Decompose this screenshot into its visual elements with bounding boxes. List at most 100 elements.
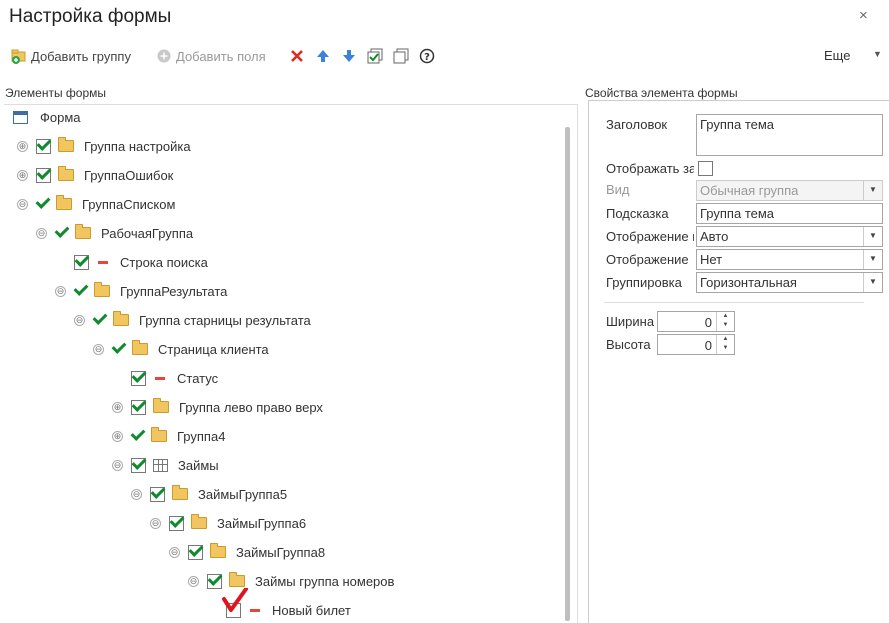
tree-row[interactable]: ⊖ ГруппаРезультата <box>55 280 227 302</box>
tooltip-label: Подсказка <box>606 206 669 221</box>
tree-row-label: Страница клиента <box>158 341 269 357</box>
collapse-icon[interactable]: ⊖ <box>150 517 161 529</box>
tree-row-label: РабочаяГруппа <box>101 225 194 241</box>
visible-check-icon[interactable] <box>36 198 49 211</box>
move-down-button[interactable] <box>341 46 357 66</box>
help-icon: ? <box>419 48 435 64</box>
tree-row[interactable]: ⊖ Группа старницы результата <box>74 309 311 331</box>
add-field-button[interactable]: Добавить поля <box>156 46 266 66</box>
show-title-checkbox[interactable] <box>698 161 713 176</box>
expand-icon[interactable]: ⊕ <box>17 169 28 181</box>
display-select[interactable]: Нет ▼ <box>696 249 883 270</box>
visibility-checkbox[interactable] <box>169 515 184 531</box>
tree-row[interactable]: ⊖ ГруппаСписком <box>17 193 175 215</box>
help-button[interactable]: ? <box>419 46 435 66</box>
visible-check-icon[interactable] <box>112 343 125 356</box>
width-spin-buttons[interactable]: ▲ ▼ <box>716 312 734 331</box>
tree-row[interactable]: ⊖ ЗаймыГруппа6 <box>150 512 306 534</box>
check-all-button[interactable] <box>367 46 383 66</box>
collapse-icon[interactable]: ⊖ <box>55 285 66 297</box>
tree-row-label: Форма <box>40 109 81 125</box>
visibility-checkbox[interactable] <box>188 544 203 560</box>
visibility-checkbox[interactable] <box>74 254 89 270</box>
uncheck-all-button[interactable] <box>393 46 409 66</box>
expand-icon[interactable]: ⊕ <box>112 430 123 442</box>
tree-row[interactable]: ⊖ Страница клиента <box>93 338 269 360</box>
height-spin-buttons[interactable]: ▲ ▼ <box>716 335 734 354</box>
properties-divider <box>604 302 864 303</box>
expand-icon[interactable]: ⊕ <box>17 140 28 152</box>
title-field[interactable]: Группа тема <box>696 114 883 156</box>
add-group-button[interactable]: Добавить группу <box>11 46 131 66</box>
visible-check-icon[interactable] <box>93 314 106 327</box>
spin-down-icon[interactable]: ▼ <box>723 322 729 328</box>
form-elements-heading: Элементы формы <box>5 86 107 100</box>
visibility-checkbox[interactable] <box>131 399 146 415</box>
visibility-checkbox[interactable] <box>207 573 222 589</box>
visible-check-icon[interactable] <box>131 430 144 443</box>
collapse-icon[interactable]: ⊖ <box>17 198 28 210</box>
window-title: Настройка формы <box>9 6 172 27</box>
grouping-select[interactable]: Горизонтальная ▼ <box>696 272 883 293</box>
width-spinner[interactable]: 0 ▲ ▼ <box>657 311 735 332</box>
collapse-icon[interactable]: ⊖ <box>188 575 199 587</box>
annotation-check-icon <box>222 587 248 617</box>
collapse-icon[interactable]: ⊖ <box>131 488 142 500</box>
visibility-checkbox[interactable] <box>131 370 146 386</box>
height-spinner[interactable]: 0 ▲ ▼ <box>657 334 735 355</box>
tree-row[interactable]: ⊕ Группа настройка <box>17 135 191 157</box>
spin-down-icon[interactable]: ▼ <box>723 345 729 351</box>
title-label: Заголовок <box>606 117 668 132</box>
collapse-icon[interactable]: ⊖ <box>93 343 104 355</box>
tree-row[interactable]: Форма <box>13 106 81 128</box>
tree-row[interactable]: ⊕ Группа лево право верх <box>112 396 323 418</box>
display-title-select[interactable]: Авто ▼ <box>696 226 883 247</box>
expand-icon[interactable]: ⊕ <box>112 401 123 413</box>
spin-up-icon[interactable]: ▲ <box>723 336 729 342</box>
delete-button[interactable] <box>289 46 305 66</box>
visible-check-icon[interactable] <box>74 285 87 298</box>
tooltip-field[interactable]: Группа тема <box>696 203 883 224</box>
folder-icon <box>191 514 207 529</box>
tree-scrollbar[interactable] <box>565 127 570 621</box>
tree-row-label: ЗаймыГруппа6 <box>217 515 307 531</box>
display-label: Отображение <box>606 252 689 267</box>
visibility-checkbox[interactable] <box>36 167 51 183</box>
more-button[interactable]: Еще <box>824 48 850 63</box>
more-arrow-icon[interactable]: ▼ <box>873 49 882 59</box>
grouping-dropdown-icon[interactable]: ▼ <box>863 273 882 292</box>
arrow-down-icon <box>341 48 357 64</box>
display-value: Нет <box>700 252 723 267</box>
tree-row[interactable]: Строка поиска <box>74 251 208 273</box>
collapse-icon[interactable]: ⊖ <box>36 227 47 239</box>
collapse-icon[interactable]: ⊖ <box>112 459 123 471</box>
visible-check-icon[interactable] <box>55 227 68 240</box>
add-field-label: Добавить поля <box>176 48 266 64</box>
tree-row-label: Группа лево право верх <box>179 399 323 415</box>
grouping-label: Группировка <box>606 275 682 290</box>
close-button[interactable]: × <box>859 7 868 24</box>
tree-row-label: ГруппаРезультата <box>120 283 228 299</box>
tree-row[interactable]: ⊕ ГруппаОшибок <box>17 164 173 186</box>
tree-row-label: ГруппаСписком <box>82 196 176 212</box>
tree-row[interactable]: ⊕ Группа4 <box>112 425 225 447</box>
tree-row-label: Статус <box>177 370 219 386</box>
tree-row[interactable]: Статус <box>131 367 218 389</box>
tree-row[interactable]: ⊖ Займы группа номеров <box>188 570 394 592</box>
display-title-dropdown-icon[interactable]: ▼ <box>863 227 882 246</box>
folder-icon <box>153 398 169 413</box>
field-icon <box>250 608 260 612</box>
folder-icon <box>56 195 72 210</box>
tree-row[interactable]: ⊖ Займы <box>112 454 219 476</box>
move-up-button[interactable] <box>315 46 331 66</box>
tree-row[interactable]: ⊖ ЗаймыГруппа8 <box>169 541 325 563</box>
tree-row[interactable]: ⊖ РабочаяГруппа <box>36 222 193 244</box>
collapse-icon[interactable]: ⊖ <box>74 314 85 326</box>
visibility-checkbox[interactable] <box>36 138 51 154</box>
spin-up-icon[interactable]: ▲ <box>723 313 729 319</box>
collapse-icon[interactable]: ⊖ <box>169 546 180 558</box>
display-dropdown-icon[interactable]: ▼ <box>863 250 882 269</box>
tree-row[interactable]: ⊖ ЗаймыГруппа5 <box>131 483 287 505</box>
visibility-checkbox[interactable] <box>150 486 165 502</box>
visibility-checkbox[interactable] <box>131 457 146 473</box>
